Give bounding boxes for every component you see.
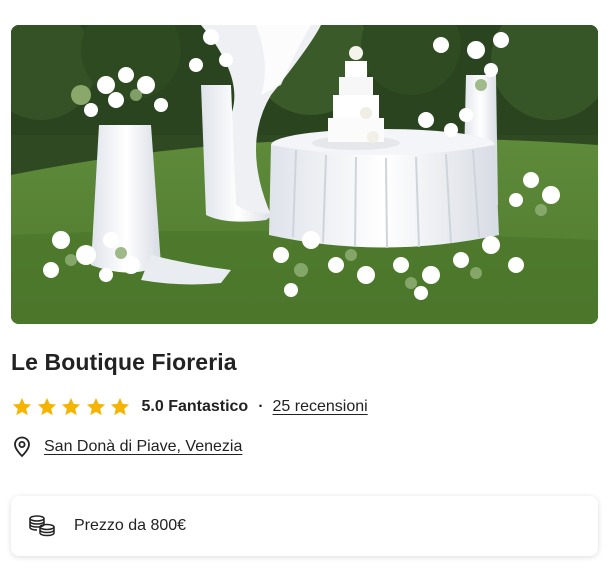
price-label: Prezzo da 800€ [74, 517, 187, 534]
map-pin-icon [14, 436, 30, 458]
rating-separator: · [258, 398, 264, 415]
reviews-link[interactable]: 25 recensioni [273, 398, 368, 416]
wedding-cake-photo [11, 25, 598, 324]
vendor-photo[interactable] [11, 25, 598, 324]
rating-stars [11, 396, 134, 418]
rating-row: 5.0 Fantastico · 25 recensioni [11, 395, 368, 419]
star-icon [110, 398, 130, 416]
location-link[interactable]: San Donà di Piave, Venezia [44, 438, 242, 456]
star-icon [86, 398, 105, 416]
price-card: Prezzo da 800€ [11, 496, 598, 556]
star-icon [61, 398, 81, 416]
location-row: San Donà di Piave, Venezia [11, 436, 242, 458]
rating-score: 5.0 Fantastico [141, 398, 249, 415]
coins-icon [29, 515, 55, 537]
vendor-name: Le Boutique Fioreria [11, 349, 237, 375]
star-icon [12, 398, 32, 416]
star-icon [37, 398, 56, 416]
